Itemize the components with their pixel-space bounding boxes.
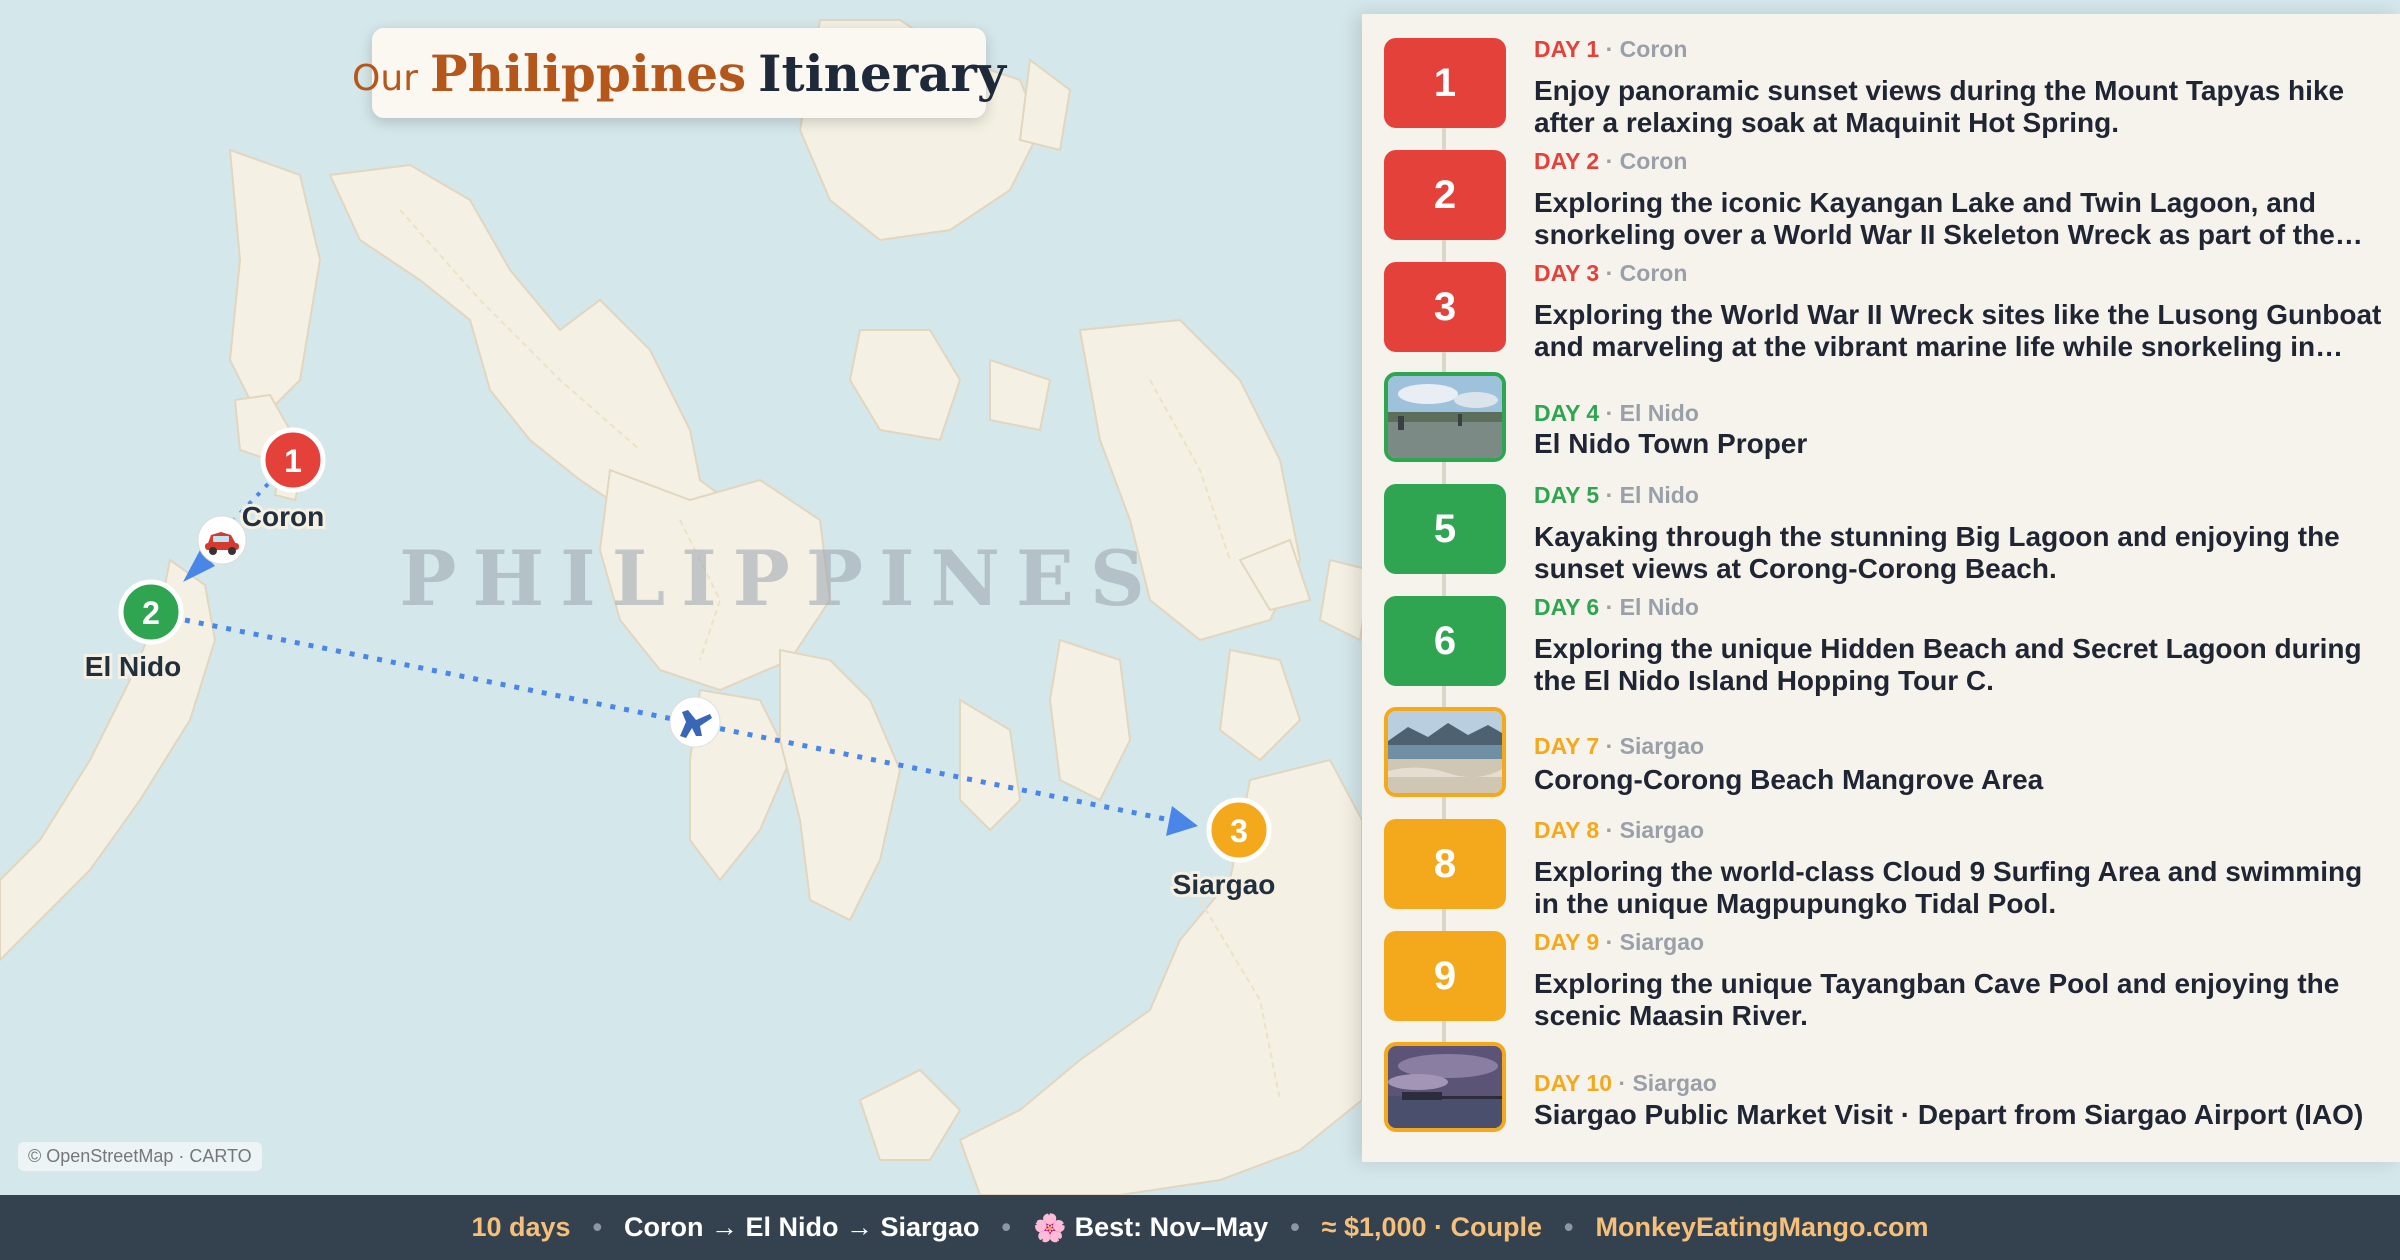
separator: • [1564, 1212, 1574, 1242]
day-meta: DAY 3 · Coron [1534, 260, 1688, 286]
town-photo [1384, 372, 1506, 462]
day-location: Coron [1619, 36, 1688, 62]
day-meta: DAY 4 · El Nido [1534, 400, 1699, 426]
day-badge: 1 [1384, 38, 1506, 128]
day-title: Exploring the World War II Wreck sites l… [1534, 299, 2382, 362]
day-location: Siargao [1619, 929, 1705, 955]
day-title: Exploring the iconic Kayangan Lake and T… [1534, 187, 2335, 250]
day-location: Siargao [1619, 817, 1705, 843]
airplane-icon [669, 696, 721, 748]
day-meta: DAY 8 · Siargao [1534, 817, 1705, 843]
day-meta: DAY 10 · Siargao [1534, 1070, 1717, 1096]
day-badge: 6 [1384, 596, 1506, 686]
day-badge: 8 [1384, 819, 1506, 909]
day-title: Exploring the world-class Cloud 9 Surfin… [1534, 856, 2363, 919]
day-badge: 5 [1384, 484, 1506, 574]
day-location: El Nido [1619, 482, 1699, 508]
day-label: DAY 9 [1534, 929, 1600, 955]
day-label: DAY 10 [1534, 1070, 1613, 1096]
day-title: Exploring the unique Tayangban Cave Pool… [1534, 968, 2340, 1031]
day-label: DAY 5 [1534, 482, 1600, 508]
stop-marker-siargao[interactable]: 3 [1206, 797, 1272, 863]
day-meta: DAY 7 · Siargao [1534, 733, 1705, 759]
separator: • [1001, 1212, 1011, 1242]
day-location: Coron [1619, 148, 1688, 174]
day-title: Enjoy panoramic sunset views during the … [1534, 75, 2345, 138]
footer-bar: 10 days • Coron → El Nido → Siargao • 🌸 … [0, 1195, 2400, 1260]
stop-number: 2 [142, 595, 160, 631]
day-location: Siargao [1619, 733, 1705, 759]
day-label: DAY 6 [1534, 594, 1600, 620]
pier-photo [1384, 1042, 1506, 1132]
day-meta: DAY 9 · Siargao [1534, 929, 1705, 955]
day-meta: DAY 6 · El Nido [1534, 594, 1699, 620]
day-label: DAY 3 [1534, 260, 1600, 286]
day-label: DAY 7 [1534, 733, 1600, 759]
day-meta: DAY 1 · Coron [1534, 36, 1688, 62]
flower-icon: 🌸 [1033, 1212, 1067, 1243]
stop-number: 1 [284, 443, 302, 479]
itinerary-panel: 1 DAY 1 · Coron Enjoy panoramic sunset v… [1362, 14, 2400, 1162]
day-label: DAY 4 [1534, 400, 1600, 426]
day-label: DAY 1 [1534, 36, 1600, 62]
day-meta: DAY 5 · El Nido [1534, 482, 1699, 508]
day-title: Siargao Public Market Visit · Depart fro… [1534, 1099, 2364, 1130]
trip-length: 10 days [471, 1212, 571, 1242]
trip-budget: ≈ $1,000 · Couple [1321, 1212, 1543, 1242]
stop-label-coron: Coron [242, 501, 324, 532]
title-prefix: Our [352, 57, 418, 99]
day-badge: 3 [1384, 262, 1506, 352]
day-meta: DAY 2 · Coron [1534, 148, 1688, 174]
separator: • [1290, 1212, 1300, 1242]
day-title: Kayaking through the stunning Big Lagoon… [1534, 521, 2340, 584]
day-label: DAY 8 [1534, 817, 1600, 843]
beach-photo [1384, 707, 1506, 797]
separator: • [592, 1212, 603, 1242]
title-card: Our Philippines Itinerary [352, 28, 1006, 118]
car-icon [197, 515, 247, 565]
day-badge: 2 [1384, 150, 1506, 240]
website-link[interactable]: MonkeyEatingMango.com [1595, 1212, 1928, 1243]
day-badge: 9 [1384, 931, 1506, 1021]
day-title: Exploring the unique Hidden Beach and Se… [1534, 633, 2362, 696]
stop-label-elnido: El Nido [85, 651, 181, 682]
day-location: Siargao [1632, 1070, 1717, 1096]
stop-marker-coron[interactable]: 1 [260, 427, 326, 493]
day-location: El Nido [1619, 594, 1699, 620]
title-suffix: Itinerary [758, 43, 1006, 103]
stop-marker-elnido[interactable]: 2 [118, 579, 184, 645]
day-location: Coron [1619, 260, 1688, 286]
day-label: DAY 2 [1534, 148, 1600, 174]
day-title: El Nido Town Proper [1534, 428, 1808, 459]
best-season: Best: Nov–May [1074, 1212, 1269, 1242]
stop-number: 3 [1230, 813, 1248, 849]
stop-label-siargao: Siargao [1173, 869, 1276, 900]
map-attribution[interactable]: © OpenStreetMap · CARTO [18, 1142, 262, 1171]
day-location: El Nido [1619, 400, 1699, 426]
day-title: Corong-Corong Beach Mangrove Area [1534, 764, 2044, 795]
trip-route: Coron → El Nido → Siargao [624, 1212, 980, 1242]
title-main: Philippines [430, 43, 747, 103]
country-label: PHILIPPINES [399, 534, 1161, 623]
